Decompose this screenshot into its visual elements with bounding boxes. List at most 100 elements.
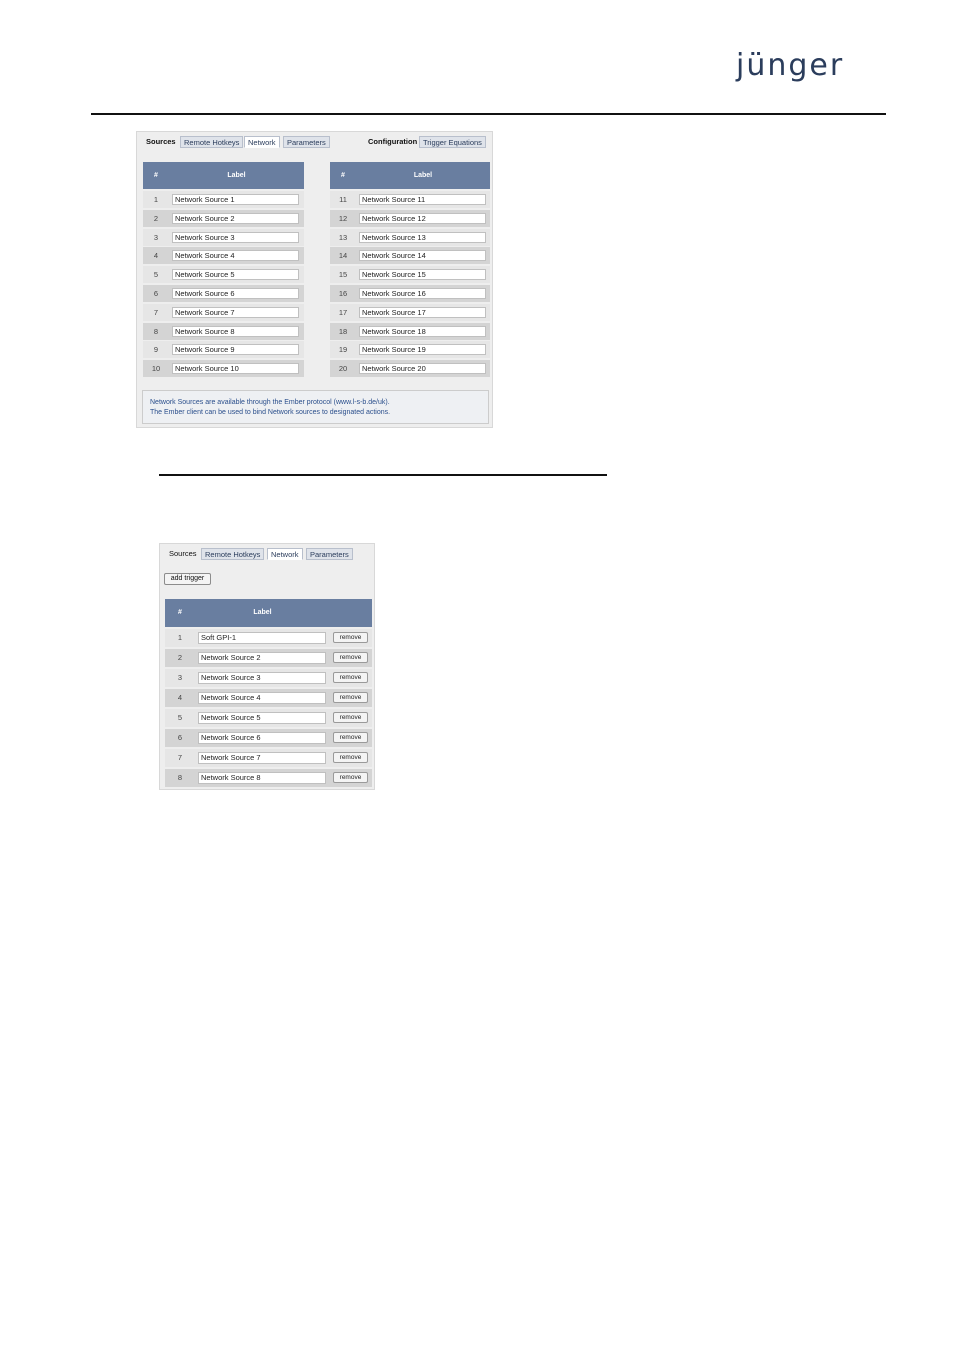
header-number: # bbox=[178, 609, 182, 616]
table-row: 1 Network Source 1 bbox=[143, 191, 304, 208]
network-sources-panel: Sources Remote Hotkeys Network Parameter… bbox=[136, 131, 493, 428]
table-row: 7 Network Source 7 remove bbox=[165, 749, 372, 767]
row-number: 10 bbox=[151, 364, 161, 374]
row-number: 8 bbox=[177, 773, 183, 782]
label-input[interactable]: Network Source 16 bbox=[359, 288, 486, 299]
table-row: 8 Network Source 8 bbox=[143, 322, 304, 340]
label-input[interactable]: Network Source 4 bbox=[172, 250, 299, 262]
row-number: 8 bbox=[153, 326, 159, 336]
info-line-1: Network Sources are available through th… bbox=[150, 399, 390, 406]
remove-button[interactable]: remove bbox=[333, 772, 368, 783]
row-number: 9 bbox=[153, 345, 159, 355]
tab-configuration[interactable]: Configuration bbox=[365, 136, 420, 148]
row-number: 18 bbox=[338, 326, 348, 336]
label-input[interactable]: Network Source 13 bbox=[359, 231, 486, 243]
table-row: 9 Network Source 9 bbox=[143, 341, 304, 359]
table-row: 1 Soft GPI-1 remove bbox=[165, 629, 372, 647]
remove-button[interactable]: remove bbox=[333, 712, 368, 723]
label-input[interactable]: Network Source 9 bbox=[172, 344, 299, 356]
row-number: 12 bbox=[338, 213, 348, 223]
remove-button[interactable]: remove bbox=[333, 692, 368, 703]
ember-info-box: Network Sources are available through th… bbox=[142, 390, 489, 424]
row-number: 14 bbox=[338, 251, 348, 261]
row-number: 5 bbox=[153, 270, 159, 280]
row-number: 6 bbox=[177, 733, 183, 742]
label-input[interactable]: Network Source 8 bbox=[198, 772, 326, 784]
row-number: 3 bbox=[153, 232, 159, 242]
row-number: 7 bbox=[153, 307, 159, 317]
section-rule bbox=[159, 474, 607, 476]
label-input[interactable]: Network Source 4 bbox=[198, 692, 326, 704]
label-input[interactable]: Network Source 6 bbox=[198, 732, 326, 744]
table-header: # Label bbox=[330, 162, 490, 189]
remove-button[interactable]: remove bbox=[333, 732, 368, 743]
label-input[interactable]: Network Source 15 bbox=[359, 269, 486, 281]
header-label: Label bbox=[253, 609, 272, 616]
tab-network[interactable]: Network bbox=[244, 136, 280, 148]
row-number: 3 bbox=[177, 673, 183, 682]
remove-button[interactable]: remove bbox=[333, 632, 368, 643]
tab-parameters[interactable]: Parameters bbox=[306, 548, 353, 560]
header-number: # bbox=[341, 172, 345, 179]
label-input[interactable]: Network Source 7 bbox=[198, 752, 326, 764]
row-number: 4 bbox=[153, 251, 159, 261]
row-number: 16 bbox=[338, 289, 348, 298]
label-input[interactable]: Network Source 14 bbox=[359, 250, 486, 262]
label-input[interactable]: Network Source 5 bbox=[198, 712, 326, 724]
table-row: 8 Network Source 8 remove bbox=[165, 769, 372, 787]
tab-sources[interactable]: Sources bbox=[143, 136, 179, 148]
tab-remote-hotkeys[interactable]: Remote Hotkeys bbox=[180, 136, 244, 148]
triggers-table: # Label 1 Soft GPI-1 remove 2 Network Source… bbox=[165, 599, 372, 787]
table-row: 2 Network Source 2 remove bbox=[165, 649, 372, 667]
table-row: 13 Network Source 13 bbox=[330, 228, 490, 246]
table-header: # Label bbox=[165, 599, 372, 627]
label-input[interactable]: Network Source 7 bbox=[172, 306, 299, 318]
logo-text: jünger bbox=[736, 48, 845, 83]
header-label: Label bbox=[413, 172, 433, 179]
table-row: 17 Network Source 17 bbox=[330, 303, 490, 321]
remove-button[interactable]: remove bbox=[333, 652, 368, 663]
remove-button[interactable]: remove bbox=[333, 752, 368, 763]
tab-trigger-equations[interactable]: Trigger Equations bbox=[419, 136, 486, 148]
label-input[interactable]: Network Source 3 bbox=[172, 231, 299, 243]
label-input[interactable]: Network Source 19 bbox=[359, 344, 486, 356]
label-input[interactable]: Network Source 5 bbox=[172, 269, 299, 281]
table-row: 5 Network Source 5 bbox=[143, 266, 304, 284]
label-input[interactable]: Network Source 2 bbox=[172, 212, 299, 224]
table-row: 16 Network Source 16 bbox=[330, 285, 490, 302]
label-input[interactable]: Network Source 12 bbox=[359, 212, 486, 224]
table-row: 10 Network Source 10 bbox=[143, 360, 304, 378]
row-number: 6 bbox=[153, 289, 159, 298]
table-row: 19 Network Source 19 bbox=[330, 341, 490, 359]
table-row: 20 Network Source 20 bbox=[330, 360, 490, 378]
label-input[interactable]: Network Source 2 bbox=[198, 652, 326, 664]
label-input[interactable]: Network Source 11 bbox=[359, 194, 486, 205]
label-input[interactable]: Network Source 20 bbox=[359, 363, 486, 375]
sources-table-left: # Label 1 Network Source 1 2 Network Source… bbox=[143, 162, 304, 378]
tab-sources[interactable]: Sources bbox=[166, 548, 200, 560]
label-input[interactable]: Network Source 10 bbox=[172, 363, 299, 375]
tab-remote-hotkeys[interactable]: Remote Hotkeys bbox=[201, 548, 265, 560]
add-trigger-button[interactable]: add trigger bbox=[164, 573, 211, 585]
header-number: # bbox=[154, 172, 158, 179]
label-input[interactable]: Network Source 18 bbox=[359, 325, 486, 337]
label-input[interactable]: Network Source 6 bbox=[172, 288, 299, 299]
label-input[interactable]: Network Source 17 bbox=[359, 306, 486, 318]
table-header: # Label bbox=[143, 162, 304, 189]
row-number: 2 bbox=[177, 653, 183, 662]
label-input[interactable]: Network Source 8 bbox=[172, 325, 299, 337]
network-triggers-panel: Sources Remote Hotkeys Network Parameter… bbox=[159, 543, 375, 790]
remove-button[interactable]: remove bbox=[333, 672, 368, 683]
table-row: 18 Network Source 18 bbox=[330, 322, 490, 340]
row-number: 20 bbox=[338, 364, 348, 374]
table-row: 15 Network Source 15 bbox=[330, 266, 490, 284]
label-input[interactable]: Network Source 3 bbox=[198, 672, 326, 684]
table-row: 5 Network Source 5 remove bbox=[165, 709, 372, 727]
label-input[interactable]: Soft GPI-1 bbox=[198, 632, 326, 644]
table-row: 6 Network Source 6 bbox=[143, 285, 304, 302]
tab-network[interactable]: Network bbox=[267, 548, 303, 560]
label-input[interactable]: Network Source 1 bbox=[172, 194, 299, 205]
table-row: 2 Network Source 2 bbox=[143, 209, 304, 227]
row-number: 5 bbox=[177, 713, 183, 722]
tab-parameters[interactable]: Parameters bbox=[283, 136, 330, 148]
